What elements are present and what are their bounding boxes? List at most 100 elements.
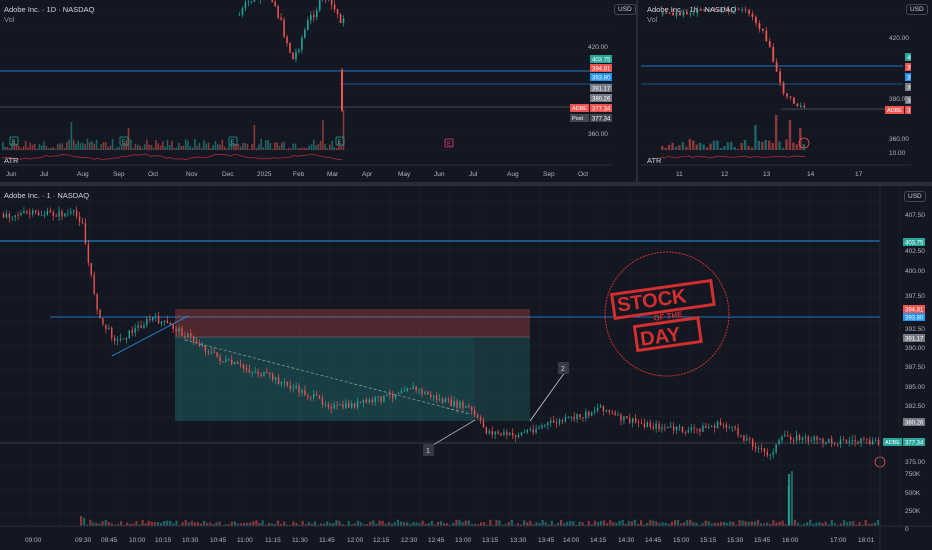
daily-volume-bar <box>34 143 36 150</box>
daily-volume-bar <box>214 141 217 150</box>
minute-candle <box>667 426 669 428</box>
minute-volume-bar <box>581 522 584 526</box>
minute-candle <box>90 262 92 275</box>
minute-volume-bar <box>541 519 544 526</box>
minute-candle <box>143 325 145 329</box>
daily-volume-bar <box>301 147 304 150</box>
daily-volume-bar <box>258 144 260 150</box>
minute-x-tick: 11:00 <box>237 537 253 544</box>
marker-1-line <box>427 419 476 449</box>
hourly-chart-pane[interactable]: 1112131417420.00380.00360.0010.00403.753… <box>641 0 911 182</box>
minute-candle <box>687 430 690 433</box>
minute-candle <box>400 391 403 394</box>
minute-candle <box>254 371 256 373</box>
hourly-atr-label: ATR <box>647 156 662 165</box>
minute-candle <box>321 398 324 405</box>
daily-volume-bar <box>159 145 162 150</box>
daily-currency-button[interactable]: USD <box>614 4 636 15</box>
minute-candle <box>152 317 154 321</box>
daily-candle <box>283 19 285 37</box>
minute-candle <box>670 426 672 428</box>
minute-volume-bar <box>378 520 381 526</box>
minute-candle <box>310 396 312 398</box>
daily-volume-bar <box>191 147 194 150</box>
minute-candle <box>427 392 429 395</box>
minute-candle <box>523 432 526 433</box>
minute-volume-bar <box>415 522 418 526</box>
daily-x-tick: Oct <box>578 171 588 178</box>
daily-volume-bar <box>200 147 203 150</box>
minute-candle <box>558 419 561 424</box>
minute-volume-bar <box>203 521 206 526</box>
minute-volume-bar <box>673 520 676 526</box>
minute-candle <box>614 412 616 415</box>
minute-candle <box>406 388 409 391</box>
daily-price-tag-prefix: Post <box>572 116 583 122</box>
minute-candle <box>476 415 479 418</box>
daily-chart-pane[interactable]: E E E E E Jun Jul Aug Sep Oct Nov Dec 2025 Feb Mar Apr M… <box>0 0 612 182</box>
minute-chart-canvas[interactable]: 12STOCKOF THEDAY09:00 09:30 09:45 10:00 10:1… <box>0 186 932 550</box>
minute-candle <box>5 213 8 218</box>
pane-splitter-vertical[interactable] <box>636 0 638 184</box>
hourly-currency-button[interactable]: USD <box>906 4 928 15</box>
minute-candle <box>749 438 751 440</box>
minute-volume-bar <box>720 521 723 526</box>
minute-volume-bar <box>421 520 424 526</box>
minute-volume-bar <box>858 521 861 526</box>
daily-volume-bar <box>43 141 45 150</box>
minute-x-tick: 15:45 <box>754 537 771 544</box>
minute-volume-bar <box>529 520 532 526</box>
hourly-x-tick: 17 <box>855 171 863 178</box>
minute-candle <box>233 362 236 365</box>
minute-candle <box>248 369 251 373</box>
daily-volume-bar <box>166 139 169 150</box>
minute-candle <box>113 337 116 341</box>
daily-volume-bar <box>219 144 221 150</box>
daily-volume-bar <box>111 138 114 150</box>
minute-x-tick: 09:45 <box>101 537 118 544</box>
minute-candle <box>582 417 584 419</box>
minute-candle <box>479 417 482 421</box>
minute-currency-button[interactable]: USD <box>904 191 926 202</box>
minute-candle <box>125 338 128 340</box>
minute-candle <box>108 327 110 330</box>
minute-candle <box>643 423 646 428</box>
minute-candle <box>157 315 160 324</box>
daily-volume-bar <box>84 144 86 150</box>
hourly-volume-bar <box>740 142 743 150</box>
daily-volume-bar <box>24 140 27 150</box>
minute-candle <box>415 386 417 391</box>
minute-volume-bar <box>369 521 372 526</box>
daily-candle <box>277 6 279 18</box>
minute-candle <box>760 448 763 449</box>
minute-x-tick: 10:00 <box>129 537 146 544</box>
minute-volume-bar <box>806 522 809 526</box>
minute-candle <box>178 328 180 332</box>
marker-2-line <box>529 371 566 422</box>
daily-volume-bar <box>20 148 22 150</box>
minute-candle <box>593 410 596 412</box>
minute-chart-pane[interactable]: 1 2 STOCK OF THE DAY 09:00 09:30 09:45 10:00 10:1… <box>0 186 932 550</box>
daily-chart-canvas[interactable]: E E E E E Jun Jul Aug Sep Oct Nov Dec 2025 Feb Mar Apr M… <box>0 0 612 182</box>
minute-candle <box>570 416 572 418</box>
minute-candle <box>716 421 719 429</box>
hourly-x-tick: 12 <box>721 171 729 178</box>
hourly-price-tag: 394.81 <box>907 66 911 72</box>
minute-candle <box>731 426 733 428</box>
minute-volume-bar <box>707 521 710 526</box>
daily-volume-bar <box>271 148 274 150</box>
minute-volume-bar <box>849 521 852 526</box>
hourly-chart-canvas[interactable]: 1112131417420.00380.00360.0010.00403.753… <box>641 0 911 182</box>
minute-volume-bar <box>587 521 590 526</box>
minute-candle <box>43 214 46 216</box>
daily-volume-bar <box>152 147 155 150</box>
minute-candle <box>813 436 815 441</box>
daily-volume-bar <box>184 139 187 150</box>
minute-candle <box>201 345 204 347</box>
minute-candle <box>816 436 818 440</box>
minute-volume-bar <box>790 471 793 526</box>
daily-volume-bar <box>248 148 251 150</box>
minute-volume-bar <box>627 520 630 526</box>
minute-candle <box>374 397 376 402</box>
minute-volume-bar <box>406 522 409 526</box>
